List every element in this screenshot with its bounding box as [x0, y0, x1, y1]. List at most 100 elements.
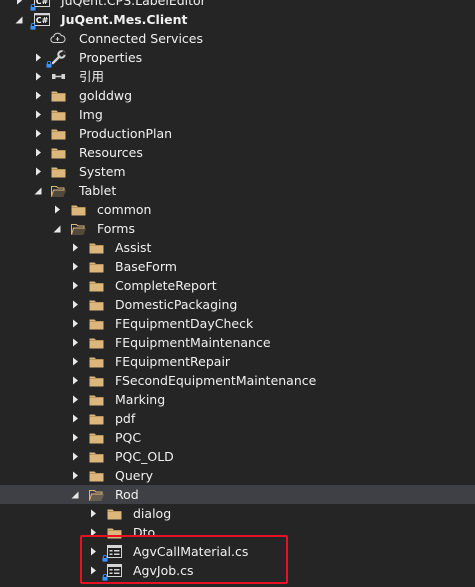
tree-item[interactable]: Resources: [0, 143, 475, 162]
folder-icon: [88, 430, 104, 445]
tree-item-label: Assist: [115, 240, 152, 255]
tree-item-label: JuQent.Mes.Client: [61, 12, 188, 27]
collapsed-arrow-icon[interactable]: [33, 105, 43, 124]
tree-item[interactable]: BaseForm: [0, 257, 475, 276]
collapsed-arrow-icon[interactable]: [70, 333, 80, 352]
tree-item[interactable]: DomesticPackaging: [0, 295, 475, 314]
collapsed-arrow-icon[interactable]: [70, 314, 80, 333]
tree-item-label: FEquipmentDayCheck: [115, 316, 254, 331]
tree-item-label: Dto: [133, 525, 156, 540]
tree-item[interactable]: Forms: [0, 219, 475, 238]
tree-item-label: Resources: [79, 145, 143, 160]
collapsed-arrow-icon[interactable]: [70, 238, 80, 257]
tree-item[interactable]: Properties: [0, 48, 475, 68]
csharp-project-icon: C#: [34, 0, 50, 8]
tree-item[interactable]: Query: [0, 466, 475, 485]
tree-item-label: Forms: [97, 221, 136, 236]
form-file-icon: [106, 544, 122, 559]
folder-icon: [88, 335, 104, 350]
svg-text:C#: C#: [36, 16, 49, 25]
folder-open-icon: [50, 183, 66, 198]
collapsed-arrow-icon[interactable]: [33, 143, 43, 162]
tree-item-label: pdf: [115, 411, 136, 426]
collapsed-arrow-icon[interactable]: [88, 542, 98, 561]
collapsed-arrow-icon[interactable]: [14, 0, 24, 10]
tree-item[interactable]: Img: [0, 105, 475, 124]
expanded-arrow-icon[interactable]: [33, 181, 43, 200]
tree-item-label: PQC_OLD: [115, 449, 174, 464]
tree-item[interactable]: FSecondEquipmentMaintenance: [0, 371, 475, 390]
collapsed-arrow-icon[interactable]: [70, 390, 80, 409]
tree-item-label: golddwg: [79, 88, 133, 103]
folder-icon: [88, 240, 104, 255]
tree-item[interactable]: CompleteReport: [0, 276, 475, 295]
folder-icon: [50, 164, 66, 179]
expanded-arrow-icon[interactable]: [52, 219, 62, 238]
tree-item[interactable]: Dto: [0, 523, 475, 542]
tree-item[interactable]: 引用: [0, 67, 475, 86]
form-file-icon: [106, 563, 122, 578]
lock-icon: [46, 54, 52, 68]
collapsed-arrow-icon[interactable]: [88, 504, 98, 523]
collapsed-arrow-icon[interactable]: [33, 86, 43, 105]
collapsed-arrow-icon[interactable]: [33, 162, 43, 181]
tree-item[interactable]: Marking: [0, 390, 475, 409]
tree-item[interactable]: pdf: [0, 409, 475, 428]
folder-icon: [88, 411, 104, 426]
tree-item-label: FSecondEquipmentMaintenance: [115, 373, 317, 388]
tree-item[interactable]: ProductionPlan: [0, 124, 475, 143]
collapsed-arrow-icon[interactable]: [33, 67, 43, 86]
tree-item[interactable]: PQC: [0, 428, 475, 447]
expanded-arrow-icon[interactable]: [14, 10, 24, 29]
folder-icon: [88, 354, 104, 369]
tree-item[interactable]: System: [0, 162, 475, 181]
tree-item[interactable]: C# JuQent.Mes.Client: [0, 10, 475, 30]
tree-item[interactable]: Tablet: [0, 181, 475, 200]
lock-icon: [30, 16, 36, 30]
folder-icon: [106, 506, 122, 521]
tree-item[interactable]: golddwg: [0, 86, 475, 105]
folder-icon: [70, 202, 86, 217]
tree-item-label: FEquipmentRepair: [115, 354, 231, 369]
tree-item[interactable]: Connected Services: [0, 29, 475, 48]
references-icon: [50, 69, 66, 84]
expanded-arrow-icon[interactable]: [70, 485, 80, 504]
folder-icon: [88, 297, 104, 312]
collapsed-arrow-icon[interactable]: [88, 523, 98, 542]
collapsed-arrow-icon[interactable]: [70, 428, 80, 447]
collapsed-arrow-icon[interactable]: [70, 447, 80, 466]
tree-item[interactable]: C# JuQent.CPS.LabelEditor: [0, 0, 475, 11]
collapsed-arrow-icon[interactable]: [88, 561, 98, 580]
tree-item[interactable]: PQC_OLD: [0, 447, 475, 466]
tree-item[interactable]: dialog: [0, 504, 475, 523]
tree-item[interactable]: FEquipmentDayCheck: [0, 314, 475, 333]
collapsed-arrow-icon[interactable]: [70, 352, 80, 371]
collapsed-arrow-icon[interactable]: [70, 295, 80, 314]
collapsed-arrow-icon[interactable]: [70, 276, 80, 295]
collapsed-arrow-icon[interactable]: [70, 409, 80, 428]
collapsed-arrow-icon[interactable]: [52, 200, 62, 219]
tree-item[interactable]: FEquipmentMaintenance: [0, 333, 475, 352]
tree-item-label: DomesticPackaging: [115, 297, 238, 312]
folder-icon: [88, 259, 104, 274]
tree-item-label: AgvJob.cs: [133, 563, 194, 578]
tree-item[interactable]: FEquipmentRepair: [0, 352, 475, 371]
tree-item-label: CompleteReport: [115, 278, 217, 293]
wrench-icon: [50, 50, 66, 65]
tree-item-label: Query: [115, 468, 153, 483]
collapsed-arrow-icon[interactable]: [33, 48, 43, 67]
collapsed-arrow-icon[interactable]: [70, 257, 80, 276]
tree-item-label: common: [97, 202, 152, 217]
csharp-project-icon: C#: [34, 12, 50, 27]
collapsed-arrow-icon[interactable]: [70, 371, 80, 390]
tree-item[interactable]: AgvJob.cs: [0, 561, 475, 581]
collapsed-arrow-icon[interactable]: [70, 466, 80, 485]
tree-item[interactable]: common: [0, 200, 475, 219]
tree-item[interactable]: Rod: [0, 485, 475, 504]
tree-item[interactable]: AgvCallMaterial.cs: [0, 542, 475, 562]
folder-icon: [88, 316, 104, 331]
collapsed-arrow-icon[interactable]: [33, 124, 43, 143]
tree-item[interactable]: Assist: [0, 238, 475, 257]
lock-icon: [102, 567, 108, 581]
lock-icon: [102, 548, 108, 562]
